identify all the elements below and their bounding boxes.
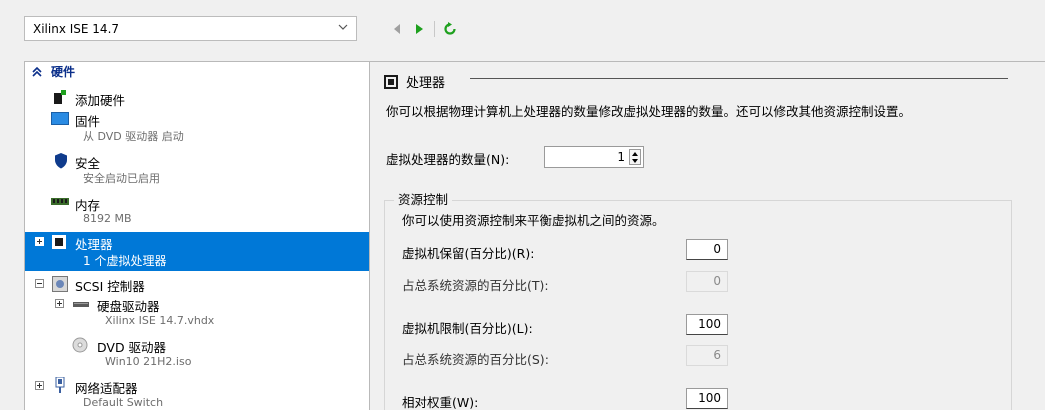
hardware-section-title: 硬件 [51, 65, 76, 79]
toolbar-separator [434, 21, 435, 37]
tree-item-add-hardware[interactable]: 添加硬件 [25, 88, 369, 108]
hardware-section-header[interactable]: 硬件 [25, 62, 369, 81]
tree-item-scsi-controller[interactable]: SCSI 控制器 [25, 274, 369, 294]
reserve-label: 虚拟机保留(百分比)(R): [402, 246, 535, 261]
expand-toggle[interactable] [35, 381, 44, 390]
vm-selector[interactable]: Xilinx ISE 14.7 [24, 16, 357, 41]
vproc-count-value: 1 [617, 150, 625, 164]
scsi-controller-icon [52, 276, 68, 292]
reserve-percent-value: 0 [686, 271, 728, 292]
tree-item-label: SCSI 控制器 [75, 279, 145, 294]
vproc-count-spinner[interactable]: 1 [544, 146, 644, 168]
tree-item-dvd-drive[interactable]: DVD 驱动器 Win10 21H2.iso [25, 335, 369, 375]
back-button[interactable] [388, 20, 406, 38]
settings-title: 处理器 [384, 72, 445, 91]
firmware-icon [51, 112, 69, 125]
limit-percent-label: 占总系统资源的百分比(S): [402, 352, 549, 367]
tree-item-security[interactable]: 安全 安全启动已启用 [25, 150, 369, 188]
title-divider [470, 78, 1008, 79]
reserve-percent-label: 占总系统资源的百分比(T): [402, 278, 549, 293]
processor-description: 你可以根据物理计算机上处理器的数量修改虚拟处理器的数量。还可以修改其他资源控制设… [386, 104, 912, 119]
tree-item-sub: 从 DVD 驱动器 启动 [83, 130, 184, 143]
add-hardware-icon [54, 90, 66, 104]
vproc-label-text: 虚拟处理器的数量(N): [386, 152, 510, 167]
tree-item-sub: 1 个虚拟处理器 [83, 254, 167, 268]
refresh-button[interactable] [441, 20, 459, 38]
resource-control-group [384, 200, 1012, 410]
limit-label: 虚拟机限制(百分比)(L): [402, 321, 533, 336]
refresh-icon [444, 22, 456, 35]
shield-icon [55, 153, 67, 169]
collapse-toggle[interactable] [35, 279, 44, 288]
processor-icon [384, 74, 398, 89]
reserve-input[interactable]: 0 [686, 239, 728, 260]
tree-item-sub: 安全启动已启用 [83, 172, 160, 185]
tree-item-sub: Default Switch [83, 396, 164, 409]
settings-title-text: 处理器 [406, 76, 446, 91]
tree-item-label: 硬盘驱动器 [97, 299, 160, 314]
play-icon [416, 24, 423, 34]
forward-button[interactable] [410, 20, 428, 38]
navigation-toolbar [388, 20, 463, 38]
tree-item-hard-drive[interactable]: 硬盘驱动器 Xilinx ISE 14.7.vhdx [25, 294, 369, 334]
dvd-disc-icon [72, 337, 88, 353]
weight-label: 相对权重(W): [402, 395, 479, 410]
resource-control-legend: 资源控制 [394, 189, 453, 208]
processor-settings-pane: 处理器 你可以根据物理计算机上处理器的数量修改虚拟处理器的数量。还可以修改其他资… [370, 61, 1045, 410]
collapse-double-chevron-icon[interactable] [31, 66, 43, 78]
network-adapter-icon [55, 377, 65, 393]
tree-item-memory[interactable]: 内存 8192 MB [25, 192, 369, 230]
hard-drive-icon [73, 302, 89, 307]
weight-input[interactable]: 100 [686, 388, 728, 409]
tree-item-label: 处理器 [75, 237, 113, 252]
hardware-tree: 硬件 添加硬件 固件 从 DVD 驱动器 启动 安全 安全启动已启用 内存 81… [24, 61, 370, 410]
resource-control-description: 你可以使用资源控制来平衡虚拟机之间的资源。 [402, 213, 665, 228]
limit-percent-value: 6 [686, 345, 728, 366]
tree-item-label: 添加硬件 [75, 93, 126, 108]
tree-item-label: 网络适配器 [75, 381, 138, 396]
tree-item-firmware[interactable]: 固件 从 DVD 驱动器 启动 [25, 108, 369, 146]
expand-toggle[interactable] [35, 237, 44, 246]
spinner-arrows-icon[interactable] [629, 149, 641, 165]
tree-item-processor[interactable]: 处理器 1 个虚拟处理器 [25, 232, 369, 271]
limit-input[interactable]: 100 [686, 314, 728, 335]
vproc-label: 虚拟处理器的数量(N): [386, 149, 509, 168]
memory-icon [51, 198, 69, 205]
triangle-left-icon [394, 24, 400, 34]
expand-toggle[interactable] [55, 299, 64, 308]
vm-selector-value: Xilinx ISE 14.7 [33, 21, 120, 36]
tree-item-sub: Win10 21H2.iso [105, 355, 192, 368]
tree-item-sub: Xilinx ISE 14.7.vhdx [105, 314, 215, 327]
processor-icon [52, 235, 66, 249]
tree-item-label: DVD 驱动器 [97, 340, 167, 355]
tree-item-sub: 8192 MB [83, 212, 132, 225]
tree-item-network-adapter[interactable]: 网络适配器 Default Switch [25, 376, 369, 410]
chevron-down-icon [338, 24, 348, 30]
